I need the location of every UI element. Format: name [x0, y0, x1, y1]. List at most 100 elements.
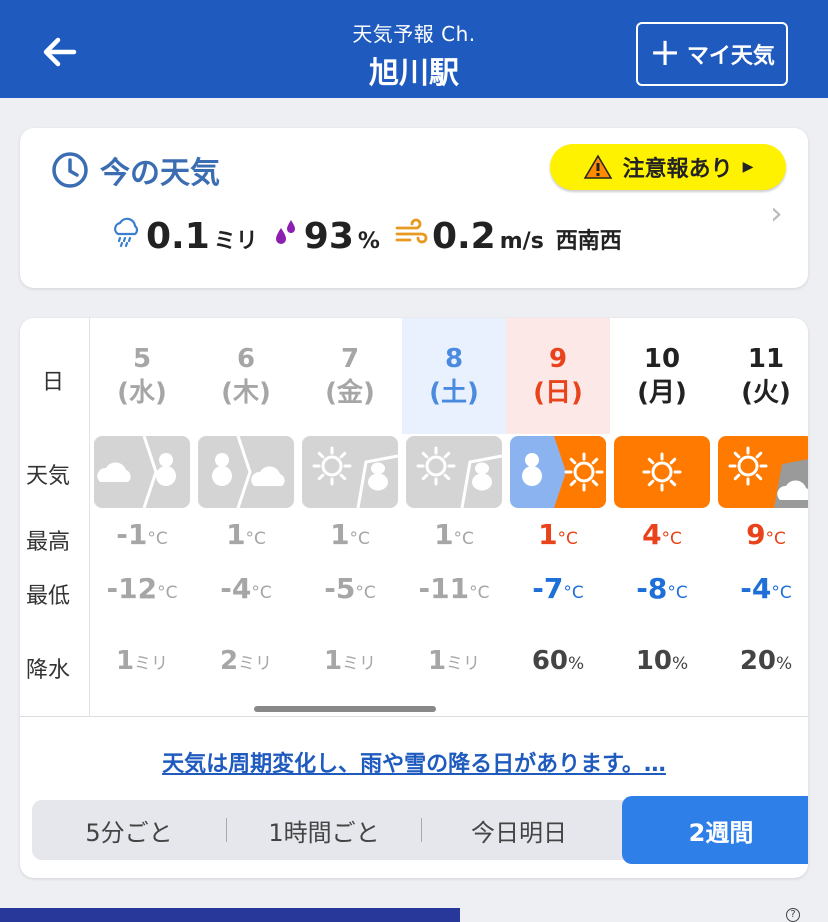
day-date: 6 — [236, 344, 256, 374]
clock-icon — [52, 152, 88, 188]
label-precip: 降水 — [26, 658, 71, 683]
wind-direction: 西南西 — [555, 229, 622, 254]
precip: 10% — [635, 646, 689, 676]
day-weekday: (水) — [117, 378, 167, 408]
forecast-day-column[interactable]: 9 (日) 1°C -7°C 60% — [506, 318, 610, 716]
label-day: 日 — [42, 370, 65, 395]
humidity-value: 93 — [303, 216, 354, 257]
day-date: 5 — [132, 344, 152, 374]
high-temp: 4°C — [642, 518, 682, 551]
warning-icon — [583, 154, 612, 179]
high-temp: 9°C — [746, 518, 786, 551]
humidity-unit: % — [357, 229, 380, 254]
forecast-day-column[interactable]: 11 (火) 9°C -4°C 20% — [714, 318, 808, 716]
add-my-weather-button[interactable]: + マイ天気 — [636, 22, 788, 86]
day-header: 7 (金) — [298, 318, 402, 434]
low-temp: -11°C — [418, 572, 490, 605]
my-weather-label: マイ天気 — [686, 44, 775, 69]
plus-icon: + — [649, 30, 681, 74]
precip: 60% — [531, 646, 585, 676]
forecast-summary-link[interactable]: 天気は周期変化し、雨や雪の降る日があります。… — [20, 746, 808, 778]
wind-unit: m/s — [499, 229, 544, 254]
precip: 1ミリ — [323, 646, 377, 676]
low-temp: -7°C — [532, 572, 584, 605]
wind-stat: 0.2 m/s 西南西 — [394, 216, 622, 257]
forecast-day-column[interactable]: 10 (月) 4°C -8°C 10% — [610, 318, 714, 716]
low-temp: -4°C — [220, 572, 272, 605]
day-date: 10 — [643, 344, 681, 374]
weather-sun-cloud-icon — [718, 436, 808, 508]
low-temp: -8°C — [636, 572, 688, 605]
low-temp: -5°C — [324, 572, 376, 605]
weather-sun-snow-icon — [302, 436, 398, 508]
precip-value: 0.1 — [146, 216, 210, 257]
low-temp: -4°C — [740, 572, 792, 605]
forecast-day-column[interactable]: 8 (土) 1°C -11°C 1ミリ — [402, 318, 506, 716]
precip-stat: 0.1 ミリ — [110, 216, 258, 257]
precip: 1ミリ — [115, 646, 169, 676]
current-weather-title: 今の天気 — [100, 156, 220, 191]
label-weather: 天気 — [26, 464, 71, 489]
weather-snow-cloud-icon — [198, 436, 294, 508]
row-labels: 日 天気 最高 最低 降水 — [20, 318, 90, 716]
tab-today-tomorrow[interactable]: 今日明日 — [422, 800, 616, 860]
day-date: 8 — [444, 344, 464, 374]
day-weekday: (火) — [741, 378, 791, 408]
period-tabs: 5分ごと 1時間ごと 今日明日 2週間 — [32, 796, 808, 864]
current-weather-card[interactable]: 今の天気 注意報あり ▶ › 0.1 ミリ 93 % 0.2 m/s 西南西 — [20, 128, 808, 288]
day-header: 8 (土) — [402, 318, 506, 434]
day-header: 5 (水) — [90, 318, 194, 434]
horizontal-scrollbar[interactable] — [254, 706, 436, 712]
day-header: 10 (月) — [610, 318, 714, 434]
divider — [20, 716, 808, 717]
high-temp: 1°C — [226, 518, 266, 551]
two-week-forecast-card: 日 天気 最高 最低 降水 5 (水) -1°C -12°C 1ミリ 6 (木)… — [20, 318, 808, 878]
current-weather-heading: 今の天気 — [50, 148, 220, 192]
chevron-right-icon: › — [770, 194, 783, 232]
day-date: 11 — [747, 344, 785, 374]
precip-unit: ミリ — [213, 229, 258, 254]
label-low: 最低 — [26, 584, 71, 609]
precip: 1ミリ — [427, 646, 481, 676]
forecast-day-column[interactable]: 6 (木) 1°C -4°C 2ミリ — [194, 318, 298, 716]
day-weekday: (月) — [637, 378, 687, 408]
wind-icon — [395, 218, 428, 244]
weather-sun-snow-icon — [406, 436, 502, 508]
play-right-icon: ▶ — [742, 159, 754, 175]
forecast-columns[interactable]: 5 (水) -1°C -12°C 1ミリ 6 (木) 1°C -4°C 2ミリ … — [90, 318, 808, 716]
day-weekday: (金) — [325, 378, 375, 408]
forecast-day-column[interactable]: 7 (金) 1°C -5°C 1ミリ — [298, 318, 402, 716]
label-high: 最高 — [26, 530, 71, 555]
tab-5min[interactable]: 5分ごと — [32, 800, 226, 860]
humidity-drops-icon — [275, 220, 295, 244]
high-temp: 1°C — [330, 518, 370, 551]
current-stats: 0.1 ミリ 93 % 0.2 m/s 西南西 — [110, 216, 622, 257]
day-date: 9 — [548, 344, 568, 374]
weather-cloud-snow-icon — [94, 436, 190, 508]
app-header: 天気予報 Ch. 旭川駅 + マイ天気 — [0, 0, 828, 98]
humidity-stat: 93 % — [272, 216, 380, 257]
low-temp: -12°C — [106, 572, 178, 605]
tab-hourly[interactable]: 1時間ごと — [227, 800, 421, 860]
ad-banner[interactable] — [0, 908, 460, 922]
precip: 20% — [739, 646, 793, 676]
high-temp: 1°C — [434, 518, 474, 551]
day-weekday: (土) — [429, 378, 479, 408]
tab-two-weeks[interactable]: 2週間 — [622, 796, 808, 864]
day-header: 6 (木) — [194, 318, 298, 434]
precip: 2ミリ — [219, 646, 273, 676]
high-temp: -1°C — [116, 518, 168, 551]
rain-cloud-icon — [114, 217, 139, 248]
alert-label: 注意報あり — [622, 157, 733, 182]
day-weekday: (日) — [533, 378, 583, 408]
high-temp: 1°C — [538, 518, 578, 551]
weather-sun-icon — [614, 436, 710, 508]
day-header: 9 (日) — [506, 318, 610, 434]
alert-badge[interactable]: 注意報あり ▶ — [550, 144, 786, 190]
forecast-day-column[interactable]: 5 (水) -1°C -12°C 1ミリ — [90, 318, 194, 716]
day-date: 7 — [340, 344, 360, 374]
day-weekday: (木) — [221, 378, 271, 408]
weather-snow-sun-icon — [510, 436, 606, 508]
help-icon[interactable]: ? — [786, 908, 800, 922]
wind-value: 0.2 — [431, 216, 496, 257]
